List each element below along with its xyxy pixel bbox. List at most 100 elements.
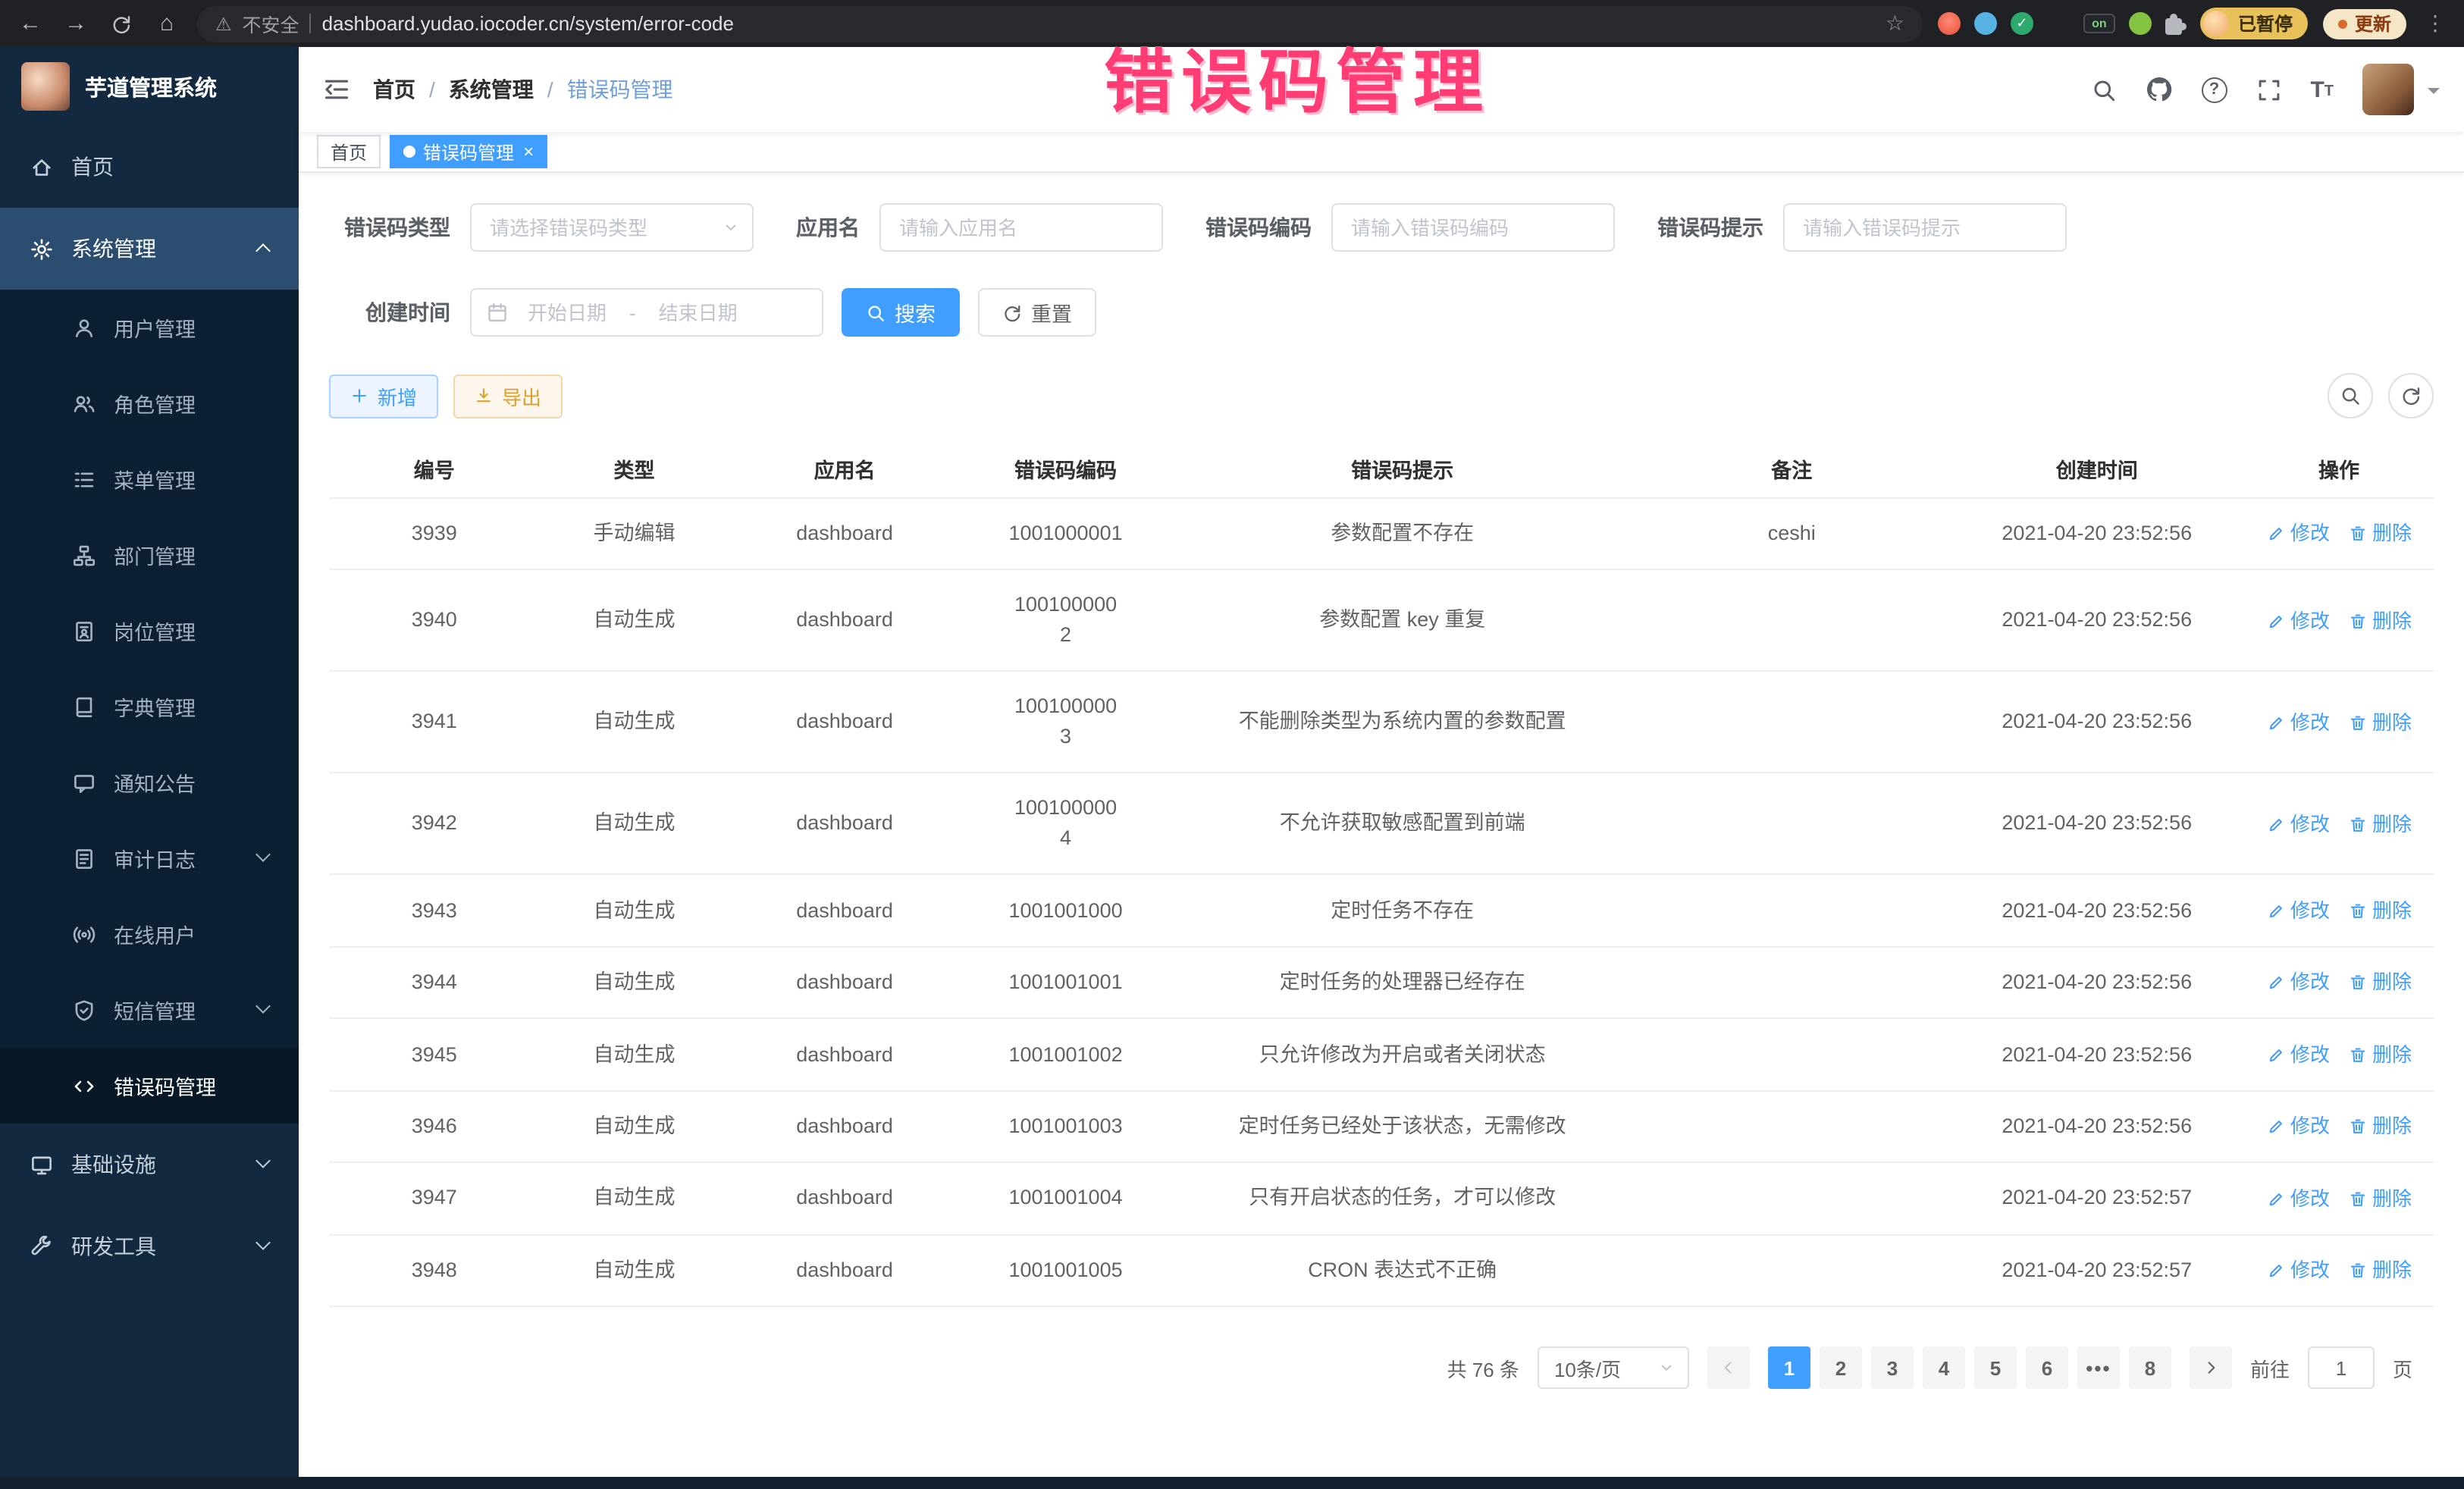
- add-button[interactable]: 新增: [329, 374, 438, 418]
- page-size-select[interactable]: 10条/页: [1538, 1346, 1689, 1389]
- export-button[interactable]: 导出: [453, 374, 563, 418]
- sidebar-item-user[interactable]: 用户管理: [0, 290, 299, 365]
- page-more-button[interactable]: •••: [2077, 1346, 2120, 1389]
- breadcrumb-system[interactable]: 系统管理: [449, 74, 534, 105]
- edit-link[interactable]: 修改: [2266, 1040, 2330, 1071]
- edit-link-label: 修改: [2290, 896, 2330, 926]
- extension-on-icon[interactable]: on: [2083, 14, 2115, 33]
- delete-link[interactable]: 删除: [2348, 809, 2412, 839]
- error-type-select[interactable]: [470, 203, 754, 252]
- search-button[interactable]: 搜索: [842, 288, 960, 337]
- bookmark-star-icon[interactable]: ☆: [1886, 11, 1904, 36]
- date-range-picker[interactable]: -: [470, 288, 823, 337]
- page-button-5[interactable]: 5: [1974, 1346, 2017, 1389]
- edit-link[interactable]: 修改: [2266, 896, 2330, 926]
- edit-link[interactable]: 修改: [2266, 1111, 2330, 1142]
- delete-link[interactable]: 删除: [2348, 1111, 2412, 1142]
- sidebar-item-menu[interactable]: 菜单管理: [0, 441, 299, 517]
- browser-back-button[interactable]: ←: [15, 11, 45, 36]
- start-date-input[interactable]: [514, 301, 620, 324]
- edit-link[interactable]: 修改: [2266, 1255, 2330, 1286]
- delete-link[interactable]: 删除: [2348, 707, 2412, 738]
- sidebar-item-post[interactable]: 岗位管理: [0, 593, 299, 669]
- error-code-input[interactable]: [1331, 203, 1615, 252]
- cell-actions: 修改删除: [2244, 672, 2434, 773]
- page-button-8[interactable]: 8: [2129, 1346, 2171, 1389]
- browser-menu-icon[interactable]: ⋮: [2422, 11, 2449, 36]
- delete-link[interactable]: 删除: [2348, 1255, 2412, 1286]
- breadcrumb-home[interactable]: 首页: [373, 74, 415, 105]
- extensions-puzzle-icon[interactable]: [2165, 17, 2182, 34]
- page-button-6[interactable]: 6: [2026, 1346, 2068, 1389]
- extension-check-icon[interactable]: ✓: [2011, 12, 2033, 35]
- sidebar-item-error-code[interactable]: 错误码管理: [0, 1048, 299, 1124]
- sidebar-item-dept[interactable]: 部门管理: [0, 517, 299, 593]
- sidebar-item-label: 通知公告: [114, 767, 196, 798]
- tab-home[interactable]: 首页: [317, 135, 381, 168]
- column-header: 创建时间: [1949, 440, 2244, 498]
- fullscreen-button[interactable]: [2256, 77, 2281, 102]
- app-name-input[interactable]: [879, 203, 1163, 252]
- address-bar[interactable]: ⚠ 不安全 dashboard.yudao.iocoder.cn/system/…: [197, 5, 1923, 42]
- sidebar-item-label: 部门管理: [114, 540, 196, 570]
- search-icon: [2340, 385, 2361, 406]
- font-size-button[interactable]: TT: [2310, 80, 2334, 99]
- search-button-label: 搜索: [895, 297, 936, 328]
- edit-link[interactable]: 修改: [2266, 707, 2330, 738]
- delete-link[interactable]: 删除: [2348, 1183, 2412, 1214]
- browser-home-button[interactable]: ⌂: [152, 11, 182, 36]
- extension-icon[interactable]: [2129, 12, 2152, 35]
- browser-refresh-button[interactable]: [106, 13, 136, 34]
- goto-page-input[interactable]: [2308, 1346, 2375, 1389]
- reset-button[interactable]: 重置: [978, 288, 1096, 337]
- sidebar-item-home[interactable]: 首页: [0, 126, 299, 208]
- help-button[interactable]: ?: [2201, 77, 2227, 102]
- sidebar-item-online[interactable]: 在线用户: [0, 896, 299, 972]
- github-link[interactable]: [2145, 76, 2172, 103]
- page-button-2[interactable]: 2: [1820, 1346, 1862, 1389]
- sidebar-item-audit[interactable]: 审计日志: [0, 820, 299, 896]
- user-avatar[interactable]: [2362, 64, 2414, 115]
- edit-link[interactable]: 修改: [2266, 809, 2330, 839]
- refresh-table-button[interactable]: [2388, 373, 2434, 418]
- sidebar-item-infra[interactable]: 基础设施: [0, 1124, 299, 1205]
- browser-update-button[interactable]: 更新: [2323, 8, 2406, 39]
- sidebar-item-dict[interactable]: 字典管理: [0, 669, 299, 744]
- edit-link[interactable]: 修改: [2266, 1183, 2330, 1214]
- toggle-search-button[interactable]: [2328, 373, 2373, 418]
- sidebar-item-system[interactable]: 系统管理: [0, 208, 299, 290]
- sidebar-item-tools[interactable]: 研发工具: [0, 1205, 299, 1287]
- browser-forward-button[interactable]: →: [61, 11, 91, 36]
- extension-icon[interactable]: [1974, 12, 1997, 35]
- edit-link[interactable]: 修改: [2266, 606, 2330, 636]
- extension-icon[interactable]: [1938, 12, 1961, 35]
- chevron-down-icon: [255, 998, 271, 1014]
- sidebar-item-sms[interactable]: 短信管理: [0, 972, 299, 1048]
- extension-grid-icon[interactable]: [2047, 12, 2070, 35]
- tab-error-code[interactable]: 错误码管理 ×: [390, 135, 547, 168]
- error-type-select-input[interactable]: [470, 203, 754, 252]
- edit-link[interactable]: 修改: [2266, 968, 2330, 998]
- page-button-1[interactable]: 1: [1768, 1346, 1810, 1389]
- delete-link[interactable]: 删除: [2348, 1040, 2412, 1071]
- profile-paused-badge[interactable]: 已暂停: [2200, 8, 2308, 39]
- page-button-4[interactable]: 4: [1923, 1346, 1965, 1389]
- edit-link[interactable]: 修改: [2266, 519, 2330, 550]
- prev-page-button[interactable]: [1707, 1346, 1750, 1389]
- sidebar-item-notice[interactable]: 通知公告: [0, 744, 299, 820]
- delete-link[interactable]: 删除: [2348, 606, 2412, 636]
- delete-link[interactable]: 删除: [2348, 968, 2412, 998]
- sidebar-toggle-button[interactable]: [323, 76, 350, 103]
- end-date-input[interactable]: [645, 301, 751, 324]
- header-search-button[interactable]: [2090, 77, 2116, 102]
- sidebar-item-role[interactable]: 角色管理: [0, 365, 299, 441]
- next-page-button[interactable]: [2190, 1346, 2232, 1389]
- error-hint-input[interactable]: [1783, 203, 2067, 252]
- delete-link[interactable]: 删除: [2348, 519, 2412, 550]
- tab-close-icon[interactable]: ×: [523, 141, 534, 162]
- column-header: 错误码编码: [961, 440, 1171, 498]
- avatar-caret-icon[interactable]: [2428, 87, 2440, 99]
- gear-icon: [30, 237, 53, 260]
- delete-link[interactable]: 删除: [2348, 896, 2412, 926]
- page-button-3[interactable]: 3: [1871, 1346, 1914, 1389]
